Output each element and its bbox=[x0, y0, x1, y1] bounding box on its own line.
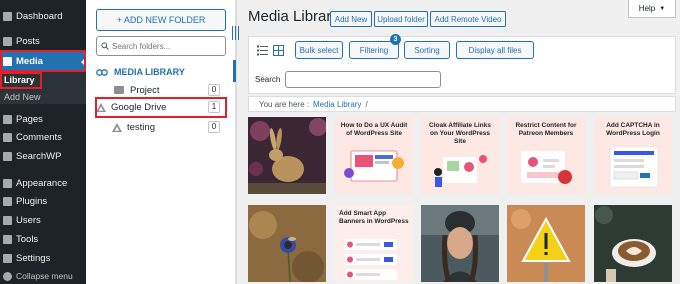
folder-count: 0 bbox=[208, 84, 220, 96]
woman-portrait-photo bbox=[421, 205, 499, 282]
media-thumbnail[interactable] bbox=[594, 205, 672, 282]
media-search-input[interactable] bbox=[285, 71, 441, 88]
dropdown-arrow-icon: ▼ bbox=[659, 5, 666, 12]
page-icon bbox=[3, 114, 12, 124]
plug-icon bbox=[3, 196, 12, 206]
bulk-select-button[interactable]: Bulk select bbox=[295, 41, 343, 59]
wrench-icon bbox=[3, 234, 12, 244]
coffee-cup-photo bbox=[594, 205, 672, 282]
menu-settings[interactable]: Settings bbox=[0, 249, 86, 267]
google-drive-icon bbox=[112, 122, 122, 132]
media-thumbnail[interactable] bbox=[248, 205, 326, 282]
display-all-files-button[interactable]: Display all files bbox=[456, 41, 534, 59]
page-title: Media Library bbox=[248, 8, 339, 25]
add-remote-video-button[interactable]: Add Remote Video bbox=[430, 11, 506, 27]
menu-dashboard[interactable]: Dashboard bbox=[0, 7, 86, 25]
menu-comments[interactable]: Comments bbox=[0, 128, 86, 146]
search-icon bbox=[101, 42, 109, 50]
highlight-media bbox=[0, 50, 86, 72]
breadcrumb: You are here : Media Library / bbox=[248, 96, 676, 112]
warning-sign-photo bbox=[507, 205, 585, 282]
highlight-google-drive bbox=[95, 97, 227, 118]
menu-users[interactable]: Users bbox=[0, 211, 86, 229]
media-toolbar: Bulk select Filtering 3 Sorting Display … bbox=[248, 34, 676, 94]
help-button[interactable]: Help ▼ bbox=[628, 0, 676, 18]
media-thumbnail[interactable]: Cloak Affiliate Links on Your WordPress … bbox=[421, 117, 499, 194]
list-view-icon[interactable] bbox=[257, 45, 268, 56]
collapse-menu-button[interactable]: Collapse menu bbox=[0, 267, 86, 284]
media-thumbnail[interactable] bbox=[248, 117, 326, 194]
captcha-illustration bbox=[609, 146, 659, 188]
search-folders-input[interactable] bbox=[112, 41, 222, 51]
media-thumbnail[interactable]: Restrict Content for Patreon Members bbox=[507, 117, 585, 194]
upload-folder-button[interactable]: Upload folder bbox=[374, 11, 428, 27]
panel-divider bbox=[236, 0, 244, 284]
folder-icon bbox=[114, 86, 124, 94]
folder-testing[interactable]: testing 0 bbox=[112, 119, 236, 135]
folder-panel: + ADD NEW FOLDER MEDIA LIBRARY Project 0… bbox=[86, 0, 236, 284]
user-icon bbox=[3, 215, 12, 225]
grid-view-icon[interactable] bbox=[273, 45, 284, 56]
media-thumbnail[interactable]: Add CAPTCHA in WordPress Login bbox=[594, 117, 672, 194]
dashboard-icon bbox=[3, 11, 12, 21]
folder-project[interactable]: Project 0 bbox=[114, 82, 236, 98]
media-thumbnail[interactable]: Add Smart App Banners in WordPress bbox=[335, 205, 413, 282]
collapse-icon bbox=[3, 271, 12, 281]
menu-searchwp[interactable]: SearchWP bbox=[0, 147, 86, 165]
smart-app-banner-illustration bbox=[345, 239, 397, 280]
breadcrumb-link-media-library[interactable]: Media Library bbox=[313, 100, 361, 109]
resize-handle[interactable] bbox=[232, 26, 239, 40]
add-new-button[interactable]: Add New bbox=[330, 11, 372, 27]
submenu-add-new[interactable]: Add New bbox=[4, 92, 41, 102]
add-new-folder-button[interactable]: + ADD NEW FOLDER bbox=[96, 9, 226, 31]
comment-icon bbox=[3, 132, 12, 142]
bee-flower-photo bbox=[248, 205, 326, 282]
media-thumbnail[interactable] bbox=[507, 205, 585, 282]
sorting-button[interactable]: Sorting bbox=[404, 41, 450, 59]
search-label: Search bbox=[255, 75, 281, 84]
menu-appearance[interactable]: Appearance bbox=[0, 174, 86, 192]
menu-posts[interactable]: Posts bbox=[0, 32, 86, 50]
folder-count: 0 bbox=[208, 121, 220, 133]
affiliate-links-illustration bbox=[434, 155, 487, 187]
search-folders-field[interactable] bbox=[96, 36, 226, 56]
search-icon bbox=[3, 151, 12, 161]
menu-plugins[interactable]: Plugins bbox=[0, 192, 86, 210]
menu-pages[interactable]: Pages bbox=[0, 110, 86, 128]
media-thumbnail[interactable]: How to Do a UX Audit of WordPress Site bbox=[335, 117, 413, 194]
rabbit-photo bbox=[248, 117, 326, 194]
admin-sidebar: Dashboard Posts Media Library Add New Pa… bbox=[0, 0, 86, 284]
highlight-library bbox=[0, 72, 42, 89]
patreon-illustration bbox=[521, 151, 572, 184]
folder-media-library[interactable]: MEDIA LIBRARY bbox=[96, 60, 236, 82]
filter-count-badge: 3 bbox=[390, 34, 401, 45]
menu-tools[interactable]: Tools bbox=[0, 230, 86, 248]
settings-icon bbox=[3, 253, 12, 263]
ux-audit-illustration bbox=[344, 150, 404, 182]
media-thumbnail[interactable] bbox=[421, 205, 499, 282]
pin-icon bbox=[3, 36, 12, 46]
media-library-icon bbox=[96, 68, 108, 76]
brush-icon bbox=[3, 178, 12, 188]
